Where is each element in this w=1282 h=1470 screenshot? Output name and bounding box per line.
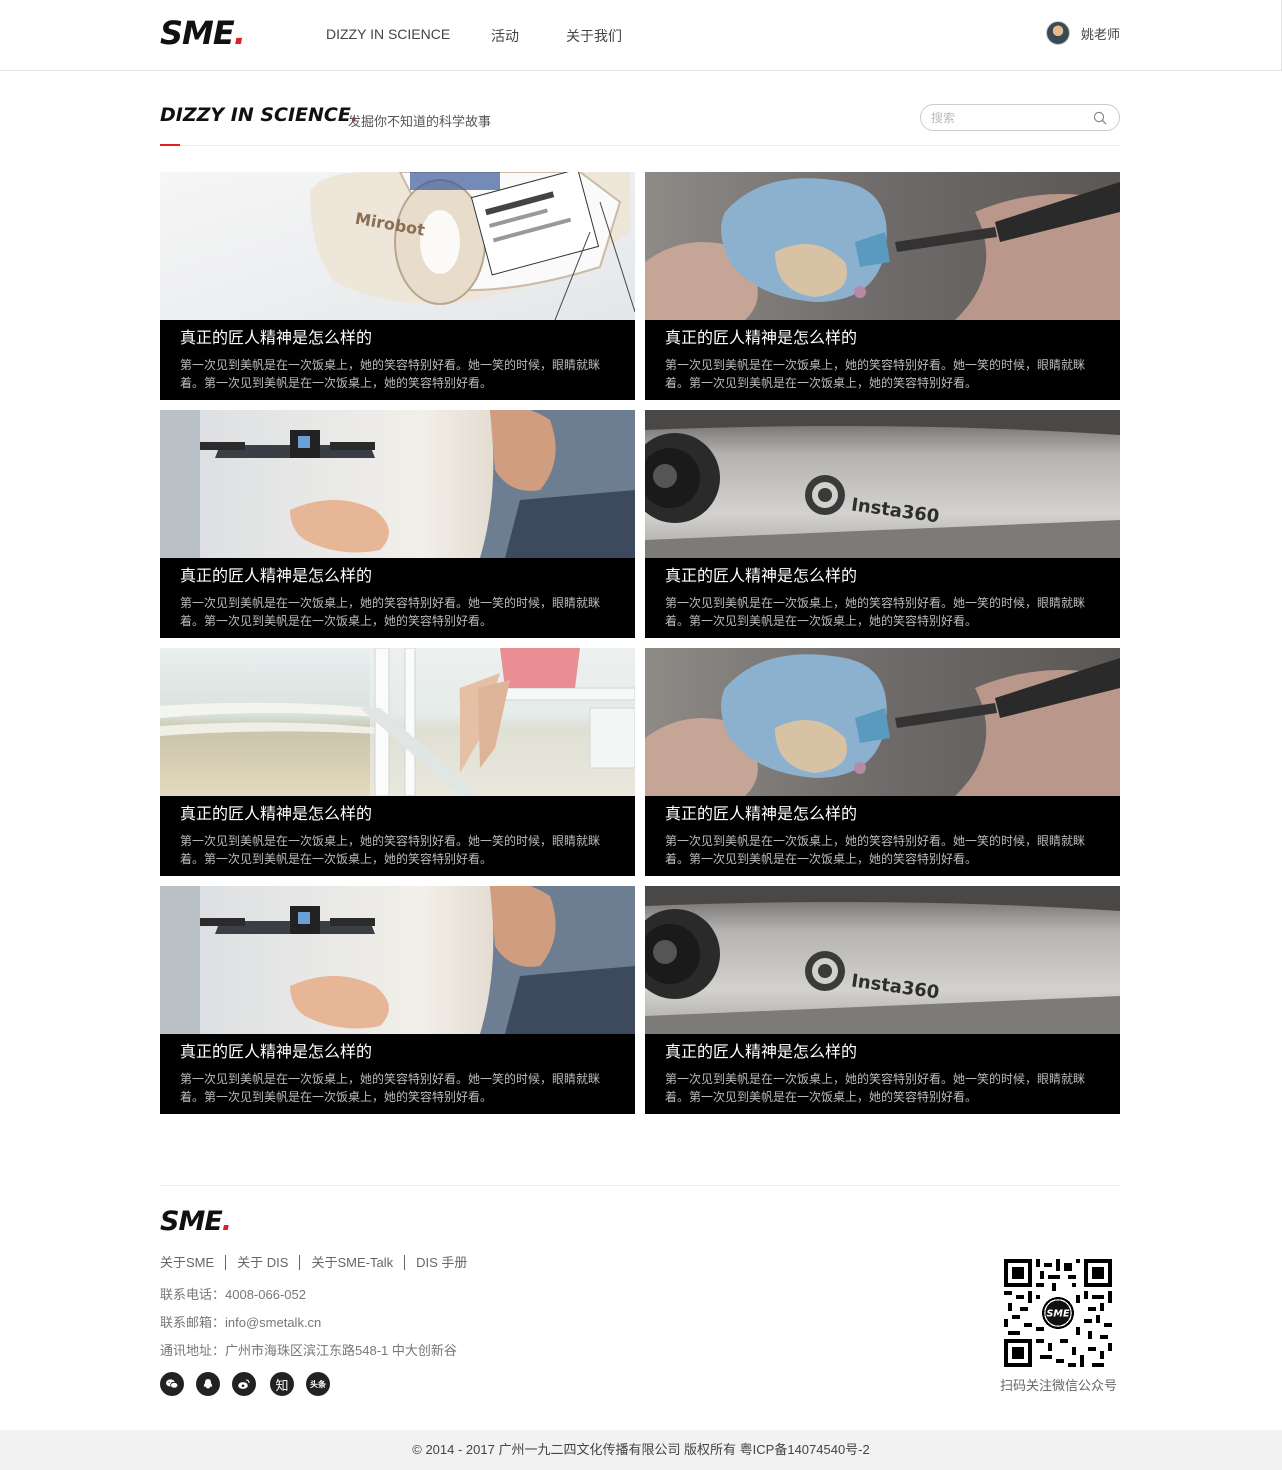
section-title: DIZZY IN SCIENCE.	[160, 104, 358, 126]
weibo-icon[interactable]	[232, 1372, 256, 1396]
footer-link-about-sme-talk[interactable]: 关于SME-Talk	[299, 1255, 404, 1270]
article-card-body: 真正的匠人精神是怎么样的 第一次见到美帆是在一次饭桌上，她的笑容特别好看。她一笑…	[645, 1034, 1120, 1114]
nav-item-about-us[interactable]: 关于我们	[566, 26, 622, 46]
qq-icon[interactable]	[196, 1372, 220, 1396]
article-image-heart-model[interactable]	[645, 648, 1120, 796]
article-image-drone-hand[interactable]	[160, 410, 635, 558]
article-excerpt: 第一次见到美帆是在一次饭桌上，她的笑容特别好看。她一笑的时候，眼睛就眯着。第一次…	[665, 358, 1086, 390]
article-card[interactable]: Mirobot 真正的匠人精神是怎么样的 第一次见到美帆是在一次饭桌上，她的笑容…	[160, 172, 635, 400]
top-navbar: SME. DIZZY IN SCIENCE 活动 关于我们 姚老师	[0, 0, 1282, 71]
section-title-text: DIZZY IN SCIENCE	[160, 104, 351, 126]
article-grid: Mirobot 真正的匠人精神是怎么样的 第一次见到美帆是在一次饭桌上，她的笑容…	[160, 172, 1120, 1114]
article-excerpt: 第一次见到美帆是在一次饭桌上，她的笑容特别好看。她一笑的时候，眼睛就眯着。第一次…	[665, 834, 1086, 866]
article-card[interactable]: Insta360 真正的匠人精神是怎么样的 第一次见到美帆是在一次饭桌上，她的笑…	[645, 410, 1120, 638]
article-excerpt: 第一次见到美帆是在一次饭桌上，她的笑容特别好看。她一笑的时候，眼睛就眯着。第一次…	[180, 596, 601, 628]
article-title[interactable]: 真正的匠人精神是怎么样的	[180, 1043, 615, 1063]
article-card-body: 真正的匠人精神是怎么样的 第一次见到美帆是在一次饭桌上，她的笑容特别好看。她一笑…	[645, 796, 1120, 876]
article-excerpt: 第一次见到美帆是在一次饭桌上，她的笑容特别好看。她一笑的时候，眼睛就眯着。第一次…	[665, 1072, 1086, 1104]
footer-logo[interactable]: SME.	[160, 1206, 232, 1237]
footer-link-about-sme[interactable]: 关于SME	[160, 1255, 225, 1270]
toutiao-icon[interactable]: 头条	[306, 1372, 330, 1396]
section-divider	[160, 145, 1120, 146]
article-excerpt: 第一次见到美帆是在一次饭桌上，她的笑容特别好看。她一笑的时候，眼睛就眯着。第一次…	[180, 1072, 601, 1104]
article-image-beach[interactable]	[160, 648, 635, 796]
article-image-drone-hand[interactable]	[160, 886, 635, 1034]
article-title[interactable]: 真正的匠人精神是怎么样的	[180, 805, 615, 825]
article-image-insta360[interactable]: Insta360	[645, 410, 1120, 558]
contact-address: 通讯地址：广州市海珠区滨江东路548-1 中大创新谷	[160, 1343, 457, 1358]
user-menu[interactable]: 姚老师	[1046, 21, 1120, 45]
article-card-body: 真正的匠人精神是怎么样的 第一次见到美帆是在一次饭桌上，她的笑容特别好看。她一笑…	[645, 320, 1120, 400]
qr-center-logo: SME	[1046, 1309, 1069, 1320]
article-card[interactable]: 真正的匠人精神是怎么样的 第一次见到美帆是在一次饭桌上，她的笑容特别好看。她一笑…	[645, 648, 1120, 876]
article-title[interactable]: 真正的匠人精神是怎么样的	[665, 567, 1100, 587]
search-box	[920, 104, 1120, 131]
article-image-heart-model[interactable]	[645, 172, 1120, 320]
contact-email: 联系邮箱：info@smetalk.cn	[160, 1315, 322, 1330]
search-input[interactable]	[931, 109, 1091, 127]
logo-dot: .	[233, 14, 246, 52]
footer-logo-text: SME	[160, 1206, 223, 1237]
avatar[interactable]	[1046, 21, 1070, 45]
article-title[interactable]: 真正的匠人精神是怎么样的	[665, 805, 1100, 825]
qr-caption: 扫码关注微信公众号	[1000, 1378, 1118, 1393]
wechat-icon[interactable]	[160, 1372, 184, 1396]
article-title[interactable]: 真正的匠人精神是怎么样的	[665, 329, 1100, 349]
user-name[interactable]: 姚老师	[1081, 24, 1120, 43]
article-excerpt: 第一次见到美帆是在一次饭桌上，她的笑容特别好看。她一笑的时候，眼睛就眯着。第一次…	[665, 596, 1086, 628]
zhihu-icon[interactable]: 知	[270, 1372, 294, 1396]
article-card[interactable]: 真正的匠人精神是怎么样的 第一次见到美帆是在一次饭桌上，她的笑容特别好看。她一笑…	[160, 410, 635, 638]
article-title[interactable]: 真正的匠人精神是怎么样的	[665, 1043, 1100, 1063]
section-accent-bar	[160, 144, 180, 146]
article-card[interactable]: 真正的匠人精神是怎么样的 第一次见到美帆是在一次饭桌上，她的笑容特别好看。她一笑…	[160, 886, 635, 1114]
article-card-body: 真正的匠人精神是怎么样的 第一次见到美帆是在一次饭桌上，她的笑容特别好看。她一笑…	[160, 1034, 635, 1114]
contact-phone: 联系电话：4008-066-052	[160, 1287, 306, 1302]
article-image-robot[interactable]: Mirobot	[160, 172, 635, 320]
section-subtitle: 发掘你不知道的科学故事	[348, 114, 492, 129]
article-card-body: 真正的匠人精神是怎么样的 第一次见到美帆是在一次饭桌上，她的笑容特别好看。她一笑…	[160, 796, 635, 876]
site-logo[interactable]: SME.	[160, 14, 246, 52]
article-image-insta360[interactable]: Insta360	[645, 886, 1120, 1034]
nav-item-dizzy-in-science[interactable]: DIZZY IN SCIENCE	[326, 26, 450, 42]
article-title[interactable]: 真正的匠人精神是怎么样的	[180, 329, 615, 349]
logo-text: SME	[160, 14, 235, 52]
article-card[interactable]: 真正的匠人精神是怎么样的 第一次见到美帆是在一次饭桌上，她的笑容特别好看。她一笑…	[645, 172, 1120, 400]
copyright-bar: © 2014 - 2017 广州一九二四文化传播有限公司 版权所有 粤ICP备1…	[0, 1430, 1282, 1470]
article-excerpt: 第一次见到美帆是在一次饭桌上，她的笑容特别好看。她一笑的时候，眼睛就眯着。第一次…	[180, 834, 601, 866]
footer-logo-dot: .	[221, 1206, 232, 1237]
search-icon[interactable]	[1093, 111, 1107, 125]
article-card-body: 真正的匠人精神是怎么样的 第一次见到美帆是在一次饭桌上，她的笑容特别好看。她一笑…	[160, 320, 635, 400]
footer-link-about-dis[interactable]: 关于 DIS	[225, 1255, 299, 1270]
wechat-qr-code: SME	[1004, 1259, 1112, 1367]
article-card-body: 真正的匠人精神是怎么样的 第一次见到美帆是在一次饭桌上，她的笑容特别好看。她一笑…	[645, 558, 1120, 638]
article-card[interactable]: Insta360 真正的匠人精神是怎么样的 第一次见到美帆是在一次饭桌上，她的笑…	[645, 886, 1120, 1114]
footer-links: 关于SME 关于 DIS 关于SME-Talk DIS 手册	[160, 1255, 478, 1270]
footer-divider	[160, 1185, 1120, 1186]
footer-link-dis-handbook[interactable]: DIS 手册	[404, 1255, 478, 1270]
article-card[interactable]: 真正的匠人精神是怎么样的 第一次见到美帆是在一次饭桌上，她的笑容特别好看。她一笑…	[160, 648, 635, 876]
nav-item-events[interactable]: 活动	[491, 26, 519, 46]
article-title[interactable]: 真正的匠人精神是怎么样的	[180, 567, 615, 587]
article-excerpt: 第一次见到美帆是在一次饭桌上，她的笑容特别好看。她一笑的时候，眼睛就眯着。第一次…	[180, 358, 601, 390]
article-card-body: 真正的匠人精神是怎么样的 第一次见到美帆是在一次饭桌上，她的笑容特别好看。她一笑…	[160, 558, 635, 638]
